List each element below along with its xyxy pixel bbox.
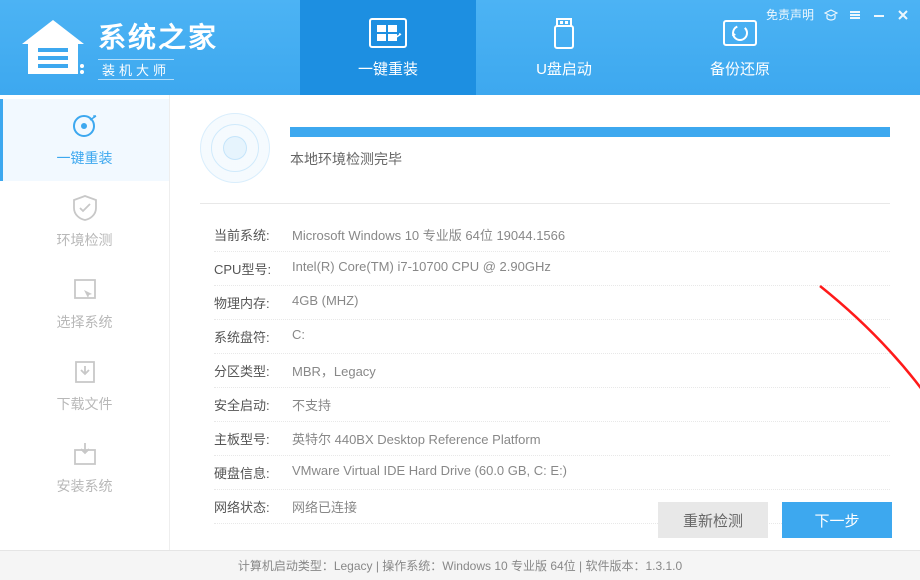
- info-value: 英特尔 440BX Desktop Reference Platform: [292, 429, 541, 448]
- scan-status-row: 本地环境检测完毕: [200, 113, 890, 204]
- sidebar-item-download[interactable]: 下载文件: [0, 345, 169, 427]
- info-label: 硬盘信息:: [214, 463, 292, 482]
- radar-icon: [200, 113, 270, 183]
- house-logo-icon: [18, 18, 88, 78]
- info-value: 网络已连接: [292, 497, 357, 516]
- info-row: 系统盘符:C:: [214, 320, 890, 354]
- info-label: 安全启动:: [214, 395, 292, 414]
- next-button[interactable]: 下一步: [782, 502, 892, 538]
- minimize-button[interactable]: [872, 8, 886, 22]
- logo-area: 系统之家 装机大师: [0, 16, 300, 80]
- windows-icon: [367, 16, 409, 52]
- scan-status-text: 本地环境检测完毕: [290, 149, 890, 169]
- info-row: 分区类型:MBR，Legacy: [214, 354, 890, 388]
- system-info-list: 当前系统:Microsoft Windows 10 专业版 64位 19044.…: [200, 204, 890, 524]
- info-row: 硬盘信息:VMware Virtual IDE Hard Drive (60.0…: [214, 456, 890, 490]
- disclaimer-link[interactable]: 免责声明: [766, 6, 814, 23]
- window-controls: 免责声明: [766, 6, 910, 23]
- progress-bar: [290, 127, 890, 137]
- info-value: Intel(R) Core(TM) i7-10700 CPU @ 2.90GHz: [292, 259, 551, 278]
- info-label: CPU型号:: [214, 259, 292, 278]
- tab-usb-boot[interactable]: U盘启动: [476, 0, 652, 95]
- sidebar-item-label: 选择系统: [57, 312, 113, 332]
- sidebar-item-reinstall[interactable]: 一键重装: [0, 99, 169, 181]
- sidebar-item-env-check[interactable]: 环境检测: [0, 181, 169, 263]
- tab-label: 一键重装: [358, 58, 418, 79]
- info-value: 4GB (MHZ): [292, 293, 358, 312]
- install-icon: [70, 440, 100, 468]
- info-value: 不支持: [292, 395, 331, 414]
- status-bar: 计算机启动类型：Legacy | 操作系统：Windows 10 专业版 64位…: [0, 550, 920, 580]
- rescan-button[interactable]: 重新检测: [658, 502, 768, 538]
- settings-icon[interactable]: [848, 8, 862, 22]
- top-tabs: 一键重装 U盘启动 备份还原: [300, 0, 828, 95]
- sidebar-item-label: 下载文件: [57, 394, 113, 414]
- sidebar-item-label: 一键重装: [57, 148, 113, 168]
- tab-label: 备份还原: [710, 58, 770, 79]
- info-label: 当前系统:: [214, 225, 292, 244]
- shield-check-icon: [70, 194, 100, 222]
- graduation-icon[interactable]: [824, 8, 838, 22]
- usb-icon: [543, 16, 585, 52]
- sidebar-item-select-system[interactable]: 选择系统: [0, 263, 169, 345]
- info-row: 当前系统:Microsoft Windows 10 专业版 64位 19044.…: [214, 218, 890, 252]
- info-label: 物理内存:: [214, 293, 292, 312]
- info-value: C:: [292, 327, 305, 346]
- close-button[interactable]: [896, 8, 910, 22]
- info-value: Microsoft Windows 10 专业版 64位 19044.1566: [292, 225, 565, 244]
- select-icon: [70, 276, 100, 304]
- brand-title: 系统之家: [98, 16, 218, 56]
- sidebar-item-label: 安装系统: [57, 476, 113, 496]
- restore-icon: [719, 16, 761, 52]
- brand-subtitle: 装机大师: [98, 59, 174, 80]
- sidebar: 一键重装 环境检测 选择系统 下载文件 安装系统: [0, 95, 170, 550]
- info-label: 分区类型:: [214, 361, 292, 380]
- info-row: 安全启动:不支持: [214, 388, 890, 422]
- sidebar-item-label: 环境检测: [57, 230, 113, 250]
- info-row: CPU型号:Intel(R) Core(TM) i7-10700 CPU @ 2…: [214, 252, 890, 286]
- info-label: 网络状态:: [214, 497, 292, 516]
- info-label: 主板型号:: [214, 429, 292, 448]
- info-value: VMware Virtual IDE Hard Drive (60.0 GB, …: [292, 463, 567, 482]
- info-value: MBR，Legacy: [292, 361, 376, 380]
- sidebar-item-install[interactable]: 安装系统: [0, 427, 169, 509]
- body-area: 一键重装 环境检测 选择系统 下载文件 安装系统 本地环境检测完毕 当前系统:M…: [0, 95, 920, 550]
- app-header: 系统之家 装机大师 一键重装 U盘启动 备份还原 免责声明: [0, 0, 920, 95]
- tab-label: U盘启动: [536, 58, 592, 79]
- info-row: 物理内存:4GB (MHZ): [214, 286, 890, 320]
- tab-reinstall[interactable]: 一键重装: [300, 0, 476, 95]
- info-label: 系统盘符:: [214, 327, 292, 346]
- main-panel: 本地环境检测完毕 当前系统:Microsoft Windows 10 专业版 6…: [170, 95, 920, 550]
- download-icon: [70, 358, 100, 386]
- target-icon: [70, 112, 100, 140]
- info-row: 主板型号:英特尔 440BX Desktop Reference Platfor…: [214, 422, 890, 456]
- footer-text: 计算机启动类型：Legacy | 操作系统：Windows 10 专业版 64位…: [238, 557, 682, 574]
